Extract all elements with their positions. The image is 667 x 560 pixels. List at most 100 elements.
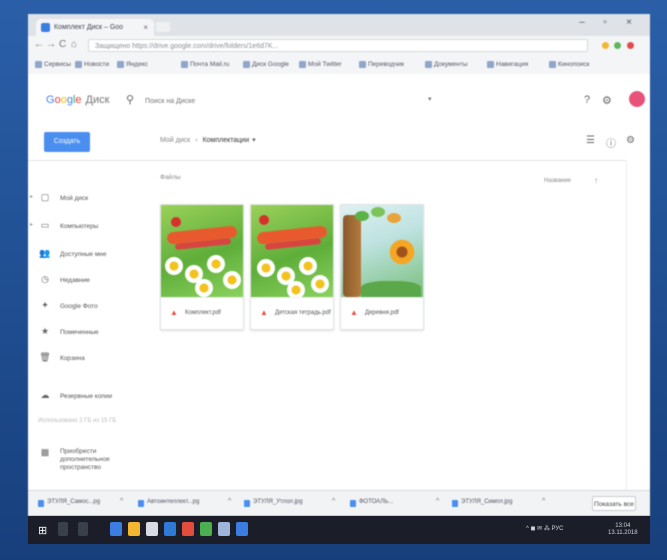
help-icon[interactable]: ? <box>584 94 590 106</box>
download-menu-icon[interactable]: ^ <box>436 498 439 505</box>
task-view-icon[interactable] <box>78 522 88 536</box>
breadcrumb: Мой диск › Комплектации ▾ <box>160 136 256 144</box>
app-taskbar-icon[interactable] <box>218 522 230 536</box>
windows-start-icon[interactable]: ⊞ <box>38 524 47 537</box>
browser-tab[interactable]: Комплект Диск – Goo × <box>36 19 154 36</box>
download-item[interactable]: ЭТУЛЯ_Самос...pg <box>38 499 100 507</box>
list-view-icon[interactable]: ☰ <box>586 135 595 146</box>
sidebar-item-backups[interactable]: ☁ Резервные копии <box>38 388 148 402</box>
settings-icon[interactable]: ⚙ <box>602 94 612 107</box>
create-button[interactable]: Создать <box>44 132 90 152</box>
url-input[interactable]: Защищено https://drive.google.com/drive/… <box>88 39 588 52</box>
sort-direction-icon[interactable]: ↑ <box>594 176 598 185</box>
app-taskbar-icon[interactable] <box>146 522 158 536</box>
breadcrumb-root[interactable]: Мой диск <box>160 137 190 144</box>
window-close-button[interactable]: × <box>620 17 638 28</box>
info-icon[interactable]: ⓘ <box>606 135 616 150</box>
download-item[interactable]: Автоинтеллект...pg <box>138 499 199 507</box>
download-item[interactable]: ЭТУЛЯ_Симпл.jpg <box>452 499 512 507</box>
show-all-downloads-button[interactable]: Показать все <box>592 496 636 511</box>
pdf-file-icon: ▲ <box>350 308 358 317</box>
sidebar-item-starred[interactable]: ★ Помеченные <box>38 324 148 338</box>
download-item[interactable]: ЭТУЛЯ_Утлол.jpg <box>244 499 303 507</box>
expand-arrow-icon[interactable]: ▸ <box>30 193 33 200</box>
leaf-shape <box>371 207 385 217</box>
bookmark-item[interactable]: Кинопоиск <box>548 59 589 71</box>
folder-taskbar-icon[interactable] <box>128 522 140 536</box>
browser-taskbar-icon[interactable] <box>110 522 122 536</box>
expand-arrow-icon[interactable]: ▸ <box>30 221 33 228</box>
back-icon[interactable]: ← <box>34 39 44 50</box>
forward-icon[interactable]: → <box>46 39 56 50</box>
download-menu-icon[interactable]: ^ <box>542 498 545 505</box>
breadcrumb-dropdown-icon[interactable]: ▾ <box>252 137 256 144</box>
daisy-icon <box>165 257 183 275</box>
sidebar-item-buy-storage[interactable]: ▦ Приобрести дополнительное пространство <box>38 447 130 472</box>
sidebar-item-shared[interactable]: 👥 Доступные мне <box>38 246 148 260</box>
storage-icon: ▦ <box>40 447 50 457</box>
bookmark-item[interactable]: Сервисы <box>34 59 71 71</box>
drive-logo[interactable]: Google Диск <box>46 94 109 106</box>
file-card[interactable]: ▲ Комплект.pdf <box>160 204 244 330</box>
star-icon: ★ <box>40 326 50 336</box>
sort-button[interactable]: Название <box>544 178 571 184</box>
avatar[interactable] <box>629 91 645 107</box>
pdf-file-icon: ▲ <box>170 308 178 317</box>
search-icon[interactable]: ⚲ <box>126 93 134 106</box>
photos-icon: ✦ <box>41 300 49 310</box>
app-taskbar-icon[interactable] <box>236 522 248 536</box>
bookmark-item[interactable]: Новости <box>74 59 109 71</box>
search-input[interactable] <box>143 94 437 109</box>
extension-icon[interactable] <box>614 42 621 49</box>
app-taskbar-icon[interactable] <box>182 522 194 536</box>
file-thumbnail <box>161 205 243 297</box>
bookmark-item[interactable]: Навигация <box>486 59 528 71</box>
download-menu-icon[interactable]: ^ <box>120 498 123 505</box>
file-card-footer: ▲ Деревня.pdf <box>341 297 423 330</box>
home-icon[interactable]: ⌂ <box>71 39 77 50</box>
download-menu-icon[interactable]: ^ <box>332 498 335 505</box>
bookmark-item[interactable]: Почта Mail.ru <box>180 59 229 71</box>
taskbar-clock[interactable]: 13:04 13.11.2018 <box>608 523 638 537</box>
reload-icon[interactable]: C <box>59 39 66 50</box>
tab-bar: Комплект Диск – Goo × – ▫ × <box>28 14 650 36</box>
file-card[interactable]: ▲ Детская тетрадь.pdf <box>250 204 334 330</box>
daisy-icon <box>287 281 305 297</box>
search-options-icon[interactable]: ▾ <box>428 95 432 103</box>
system-tray[interactable]: ^ ◼ ✉ ⁂ РУС <box>526 525 564 532</box>
file-name: Детская тетрадь.pdf <box>275 310 331 316</box>
sidebar-item-computers[interactable]: ▭ Компьютеры <box>38 218 148 232</box>
toolbar-settings-icon[interactable]: ⚙ <box>626 135 635 146</box>
sunflower-icon <box>389 239 415 265</box>
ladybug-icon <box>259 215 269 225</box>
download-item[interactable]: ФОТОАЛЬ... <box>350 499 393 507</box>
app-taskbar-icon[interactable] <box>164 522 176 536</box>
breadcrumb-current[interactable]: Комплектации <box>203 137 250 144</box>
files-section-label: Файлы <box>160 174 181 181</box>
people-icon: 👥 <box>39 248 51 258</box>
ladybug-icon <box>171 217 181 227</box>
address-bar-row: ← → C ⌂ Защищено https://drive.google.co… <box>28 36 650 56</box>
bookmark-item[interactable]: Диск Google <box>242 59 289 71</box>
drive-favicon-icon <box>41 23 50 32</box>
minimize-button[interactable]: – <box>573 17 591 28</box>
bookmark-item[interactable]: Переводчик <box>358 59 404 71</box>
maximize-button[interactable]: ▫ <box>596 17 614 28</box>
sidebar-item-trash[interactable]: 🗑 Корзина <box>38 350 148 364</box>
new-tab-button[interactable] <box>156 22 170 32</box>
app-taskbar-icon[interactable] <box>200 522 212 536</box>
bookmark-item[interactable]: Мой Twitter <box>298 59 342 71</box>
download-menu-icon[interactable]: ^ <box>228 498 231 505</box>
bookmark-item[interactable]: Яндекс <box>116 59 148 71</box>
product-name: Диск <box>85 94 110 106</box>
file-card[interactable]: ▲ Деревня.pdf <box>340 204 424 330</box>
tab-close-icon[interactable]: × <box>143 19 148 36</box>
extension-star-icon[interactable] <box>602 42 609 49</box>
sidebar-item-photos[interactable]: ✦ Google Фото <box>38 298 148 312</box>
sidebar-item-recent[interactable]: ◷ Недавние <box>38 272 148 286</box>
bookmark-item[interactable]: Документы <box>424 59 468 71</box>
windows-taskbar: ⊞ ^ ◼ ✉ ⁂ РУС 13:04 13.11.2018 <box>28 516 650 544</box>
extension-icon[interactable] <box>627 42 634 49</box>
sidebar-item-my-drive[interactable]: ▢ Мой диск <box>38 190 148 204</box>
search-taskbar-icon[interactable] <box>58 522 68 536</box>
